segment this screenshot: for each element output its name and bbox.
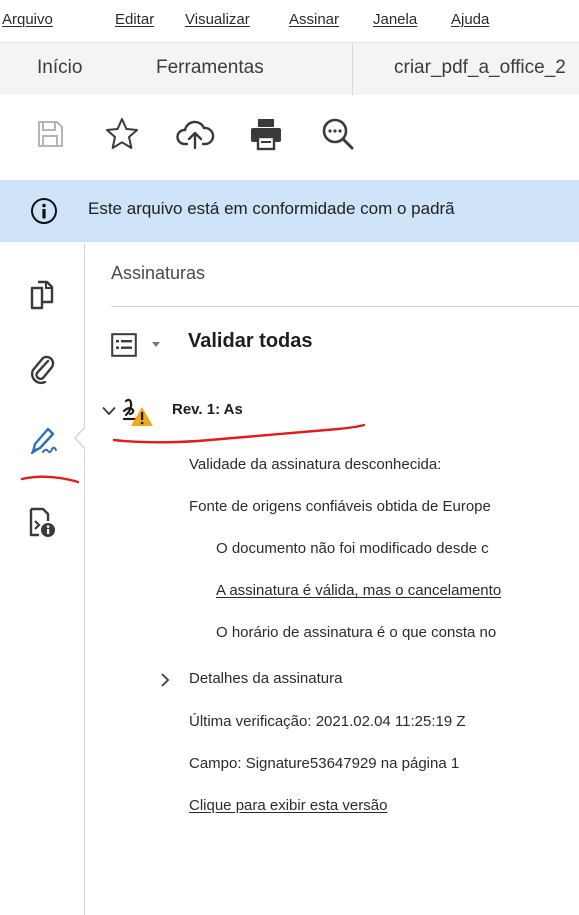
signature-pen-icon[interactable]	[26, 422, 58, 456]
tab-document[interactable]: criar_pdf_a_office_2	[394, 57, 566, 79]
chevron-down-icon[interactable]	[151, 341, 161, 349]
menu-ajuda[interactable]: Ajuda	[451, 11, 489, 28]
zoom-out-icon[interactable]	[318, 114, 358, 154]
menu-assinar[interactable]: Assinar	[289, 11, 339, 28]
red-annotation-mark	[112, 423, 366, 444]
chevron-right-icon[interactable]	[160, 672, 170, 688]
pages-icon[interactable]	[26, 278, 58, 312]
red-annotation-mark	[20, 475, 80, 484]
validate-all-label: Validar todas	[188, 330, 313, 352]
menu-bar: Arquivo Editar Visualizar Assinar Janela…	[0, 0, 579, 42]
revocation-link[interactable]: A assinatura é válida, mas o cancelament…	[216, 582, 501, 599]
not-modified-status: O documento não foi modificado desde c	[216, 540, 489, 557]
signing-time-status: O horário de assinatura é o que consta n…	[216, 624, 497, 641]
menu-visualizar[interactable]: Visualizar	[185, 11, 250, 28]
last-verification: Última verificação: 2021.02.04 11:25:19 …	[189, 713, 466, 730]
info-bar: Este arquivo está em conformidade com o …	[0, 180, 579, 242]
document-info-icon[interactable]	[26, 505, 58, 539]
menu-arquivo[interactable]: Arquivo	[2, 11, 53, 28]
cloud-upload-icon[interactable]	[175, 114, 215, 154]
info-message: Este arquivo está em conformidade com o …	[88, 199, 455, 218]
tab-tools[interactable]: Ferramentas	[156, 57, 264, 79]
tab-home[interactable]: Início	[37, 57, 82, 79]
panel-divider	[111, 306, 579, 307]
active-pane-notch-inner	[76, 427, 86, 449]
validity-status: Validade da assinatura desconhecida:	[189, 456, 442, 473]
chevron-down-icon[interactable]	[102, 406, 116, 416]
star-icon[interactable]	[102, 114, 142, 154]
signature-field: Campo: Signature53647929 na página 1	[189, 755, 460, 772]
menu-editar[interactable]: Editar	[115, 11, 154, 28]
tab-divider	[352, 43, 353, 95]
trust-source: Fonte de origens confiáveis obtida de Eu…	[189, 498, 491, 515]
save-icon[interactable]	[30, 114, 70, 154]
attachment-icon[interactable]	[26, 352, 58, 386]
list-options-icon[interactable]	[111, 333, 137, 357]
info-icon	[31, 198, 57, 224]
print-icon[interactable]	[246, 114, 286, 154]
panel-title: Assinaturas	[111, 263, 206, 283]
tab-bar: Início Ferramentas criar_pdf_a_office_2	[0, 42, 579, 96]
signature-details-toggle[interactable]: Detalhes da assinatura	[189, 670, 342, 687]
menu-janela[interactable]: Janela	[373, 11, 417, 28]
navigation-pane	[0, 243, 85, 915]
show-version-link[interactable]: Clique para exibir esta versão	[189, 797, 387, 814]
toolbar	[0, 95, 579, 179]
